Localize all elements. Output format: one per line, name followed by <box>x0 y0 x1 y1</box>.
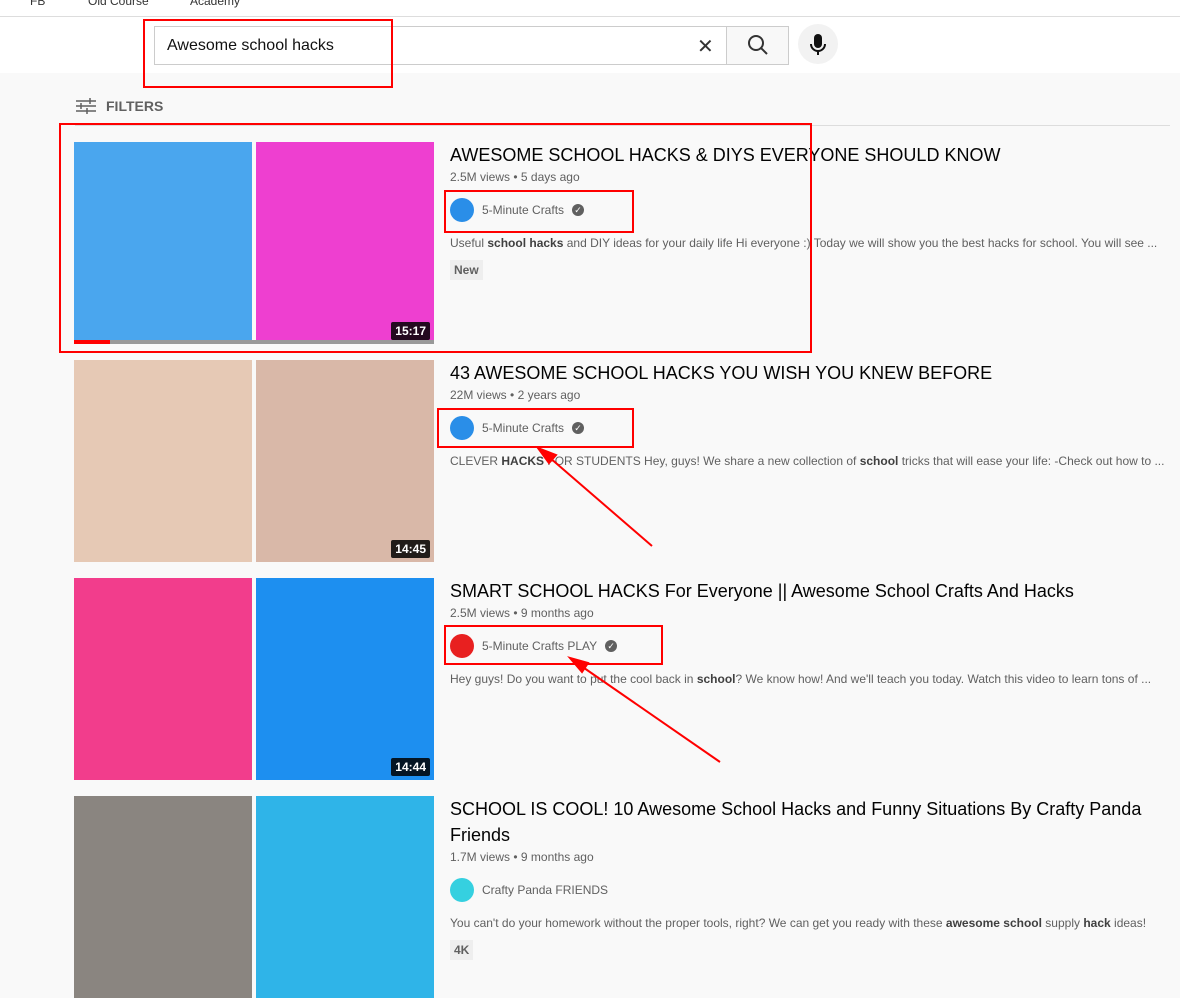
annotation-arrows <box>535 445 721 763</box>
